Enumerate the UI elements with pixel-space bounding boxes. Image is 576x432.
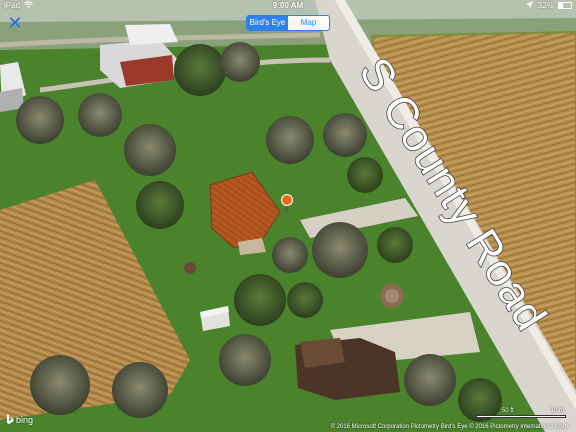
aerial-map[interactable] — [0, 0, 576, 432]
map-scale: 50 ft 10 m — [476, 408, 566, 418]
close-icon[interactable]: ✕ — [6, 14, 24, 32]
battery-icon — [558, 2, 572, 10]
scale-label-meters: 10 m — [550, 408, 564, 414]
status-right: 32% — [525, 0, 572, 12]
bing-logo-icon — [6, 414, 14, 426]
location-arrow-icon — [525, 0, 533, 12]
birds-eye-tab[interactable]: Bird's Eye — [247, 16, 288, 30]
map-attribution: © 2016 Microsoft Corporation Pictometry … — [330, 424, 568, 430]
status-bar: iPad 9:00 AM 32% — [0, 0, 576, 12]
status-time: 9:00 AM — [272, 1, 304, 10]
battery-percent: 32% — [537, 1, 554, 10]
location-pin-icon[interactable] — [281, 194, 293, 214]
view-mode-toggle: Bird's Eye Map — [246, 15, 330, 31]
scale-line — [476, 415, 566, 418]
scale-label-feet: 50 ft — [502, 408, 514, 414]
bing-logo: bing — [6, 414, 33, 426]
bing-logo-text: bing — [16, 415, 34, 425]
map-tab[interactable]: Map — [288, 16, 329, 30]
